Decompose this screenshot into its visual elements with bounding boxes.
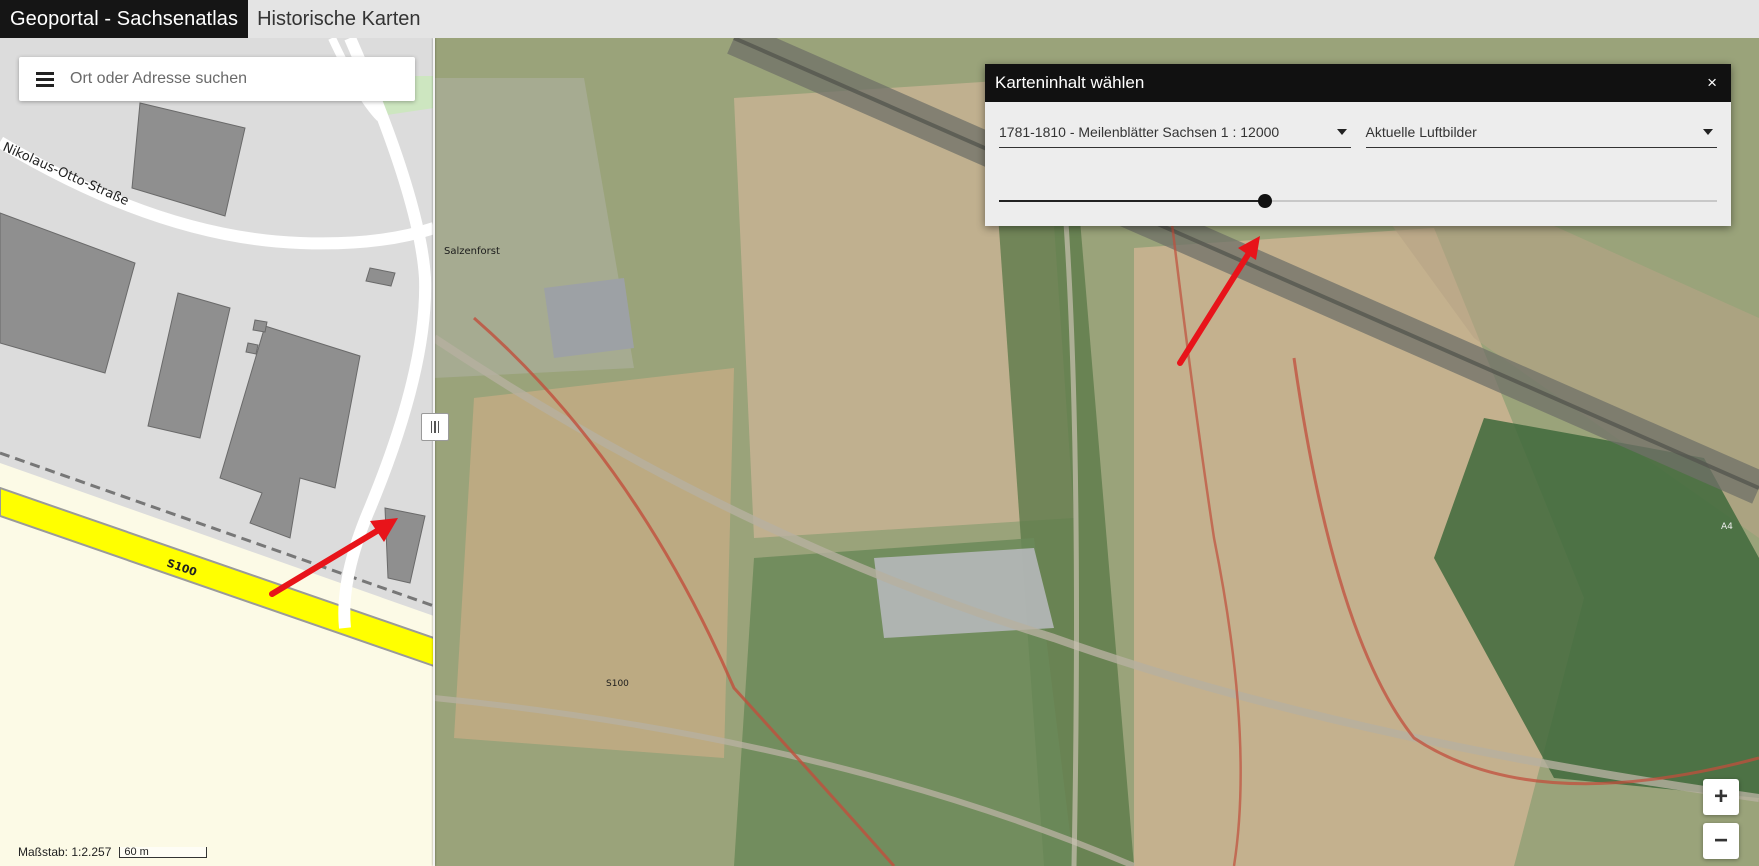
- menu-icon[interactable]: [36, 71, 54, 87]
- scale-bar: 60 m: [119, 846, 208, 858]
- road-label-right: S100: [606, 679, 629, 689]
- layer-panel-title: Karteninhalt wählen: [995, 73, 1145, 92]
- scale-label: Maßstab: 1:2.257: [18, 845, 112, 859]
- swipe-handle[interactable]: [421, 413, 449, 441]
- zoom-out-button[interactable]: −: [1703, 823, 1739, 859]
- slider-fill: [999, 200, 1265, 202]
- chevron-down-icon: [1703, 129, 1713, 135]
- slider-thumb[interactable]: [1257, 194, 1272, 208]
- motorway-label: A4: [1721, 522, 1733, 532]
- brand-title[interactable]: Geoportal - Sachsenatlas: [0, 0, 249, 38]
- scale-indicator: Maßstab: 1:2.257 60 m: [18, 845, 208, 859]
- swipe-divider[interactable]: [433, 38, 435, 866]
- historic-layer-value: 1781-1810 - Meilenblätter Sachsen 1 : 12…: [999, 124, 1280, 140]
- search-input[interactable]: [68, 69, 392, 89]
- close-icon[interactable]: ×: [1703, 73, 1721, 93]
- top-bar: Geoportal - Sachsenatlas Historische Kar…: [0, 0, 1759, 38]
- current-layer-select[interactable]: Aktuelle Luftbilder: [1365, 117, 1717, 148]
- search-box: [19, 57, 415, 101]
- place-label: Salzenforst: [444, 246, 500, 257]
- layer-selects: 1781-1810 - Meilenblätter Sachsen 1 : 12…: [999, 117, 1717, 148]
- map-pane-vector[interactable]: Nikolaus-Otto-Straße S100: [0, 38, 434, 866]
- historic-layer-select[interactable]: 1781-1810 - Meilenblätter Sachsen 1 : 12…: [999, 117, 1351, 148]
- nav-historische-karten[interactable]: Historische Karten: [248, 0, 429, 38]
- zoom-in-button[interactable]: +: [1703, 779, 1739, 815]
- layer-panel-header: Karteninhalt wählen ×: [985, 64, 1731, 102]
- chevron-down-icon: [1336, 129, 1347, 135]
- layer-panel: Karteninhalt wählen × 1781-1810 - Meilen…: [985, 64, 1731, 226]
- opacity-slider[interactable]: [999, 194, 1717, 208]
- current-layer-value: Aktuelle Luftbilder: [1365, 124, 1477, 140]
- vector-map: Nikolaus-Otto-Straße S100: [0, 38, 434, 866]
